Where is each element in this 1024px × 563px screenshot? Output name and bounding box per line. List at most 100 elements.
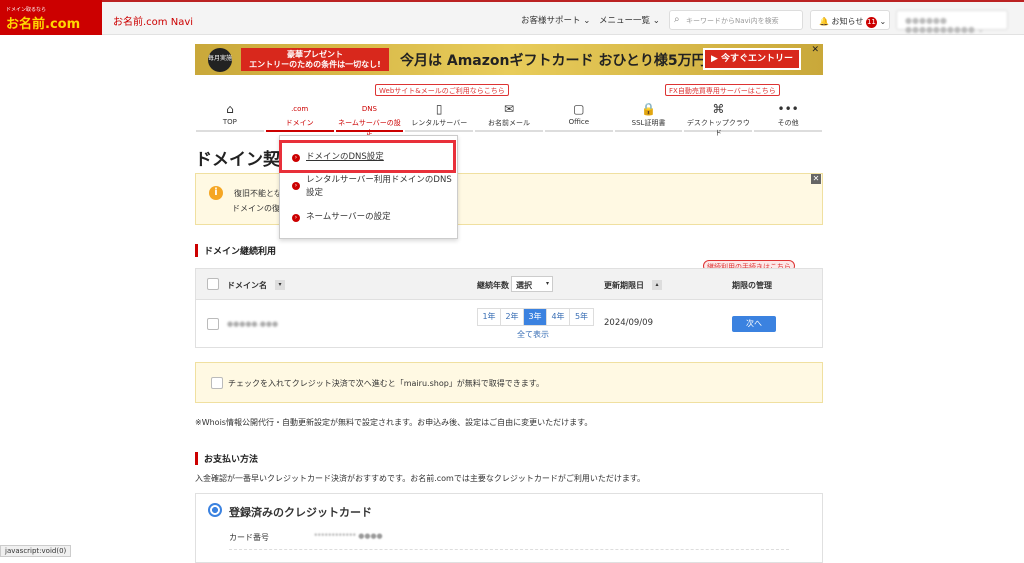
year-option[interactable]: 5年 — [570, 309, 593, 325]
menu-item-nameserver[interactable]: › ネームサーバーの設定 — [292, 211, 391, 224]
whois-note: ※Whois情報公開代行・自動更新設定が無料で設定されます。お申込み後、設定はご… — [195, 418, 593, 427]
years-selector: 1年 2年 3年 4年 5年 — [477, 308, 594, 326]
next-button[interactable]: 次へ — [732, 316, 776, 332]
close-icon[interactable]: ✕ — [811, 45, 819, 55]
domain-name: ●●●●●.●●● — [227, 320, 279, 328]
menu-list[interactable]: メニュー一覧 ⌄ — [599, 14, 660, 26]
bell-icon: 🔔 — [819, 17, 829, 26]
dns-icon: DNS — [361, 105, 377, 113]
card-radio[interactable] — [208, 503, 222, 517]
tab-domain[interactable]: .com ドメイン — [265, 100, 334, 132]
year-option[interactable]: 2年 — [501, 309, 524, 325]
tab-label: デスクトップクラウド — [686, 119, 750, 137]
year-option[interactable]: 4年 — [547, 309, 570, 325]
support-menu[interactable]: お客様サポート ⌄ — [521, 14, 590, 26]
banner-entry-button[interactable]: ▶ 今すぐエントリー — [703, 48, 801, 70]
notices-button[interactable]: 🔔 お知らせ 11 ⌄ — [810, 10, 890, 30]
offer-text: チェックを入れてクレジット決済で次へ進むと「mairu.shop」が無料で取得で… — [228, 379, 544, 388]
row-checkbox[interactable] — [207, 318, 219, 330]
banner-main-text: 今月は Amazonギフトカード おひとり様5万円分 — [400, 53, 720, 69]
tab-desktop-cloud[interactable]: ⌘ デスクトップクラウド — [684, 100, 753, 137]
notices-label: お知らせ — [831, 17, 864, 26]
offer-box: チェックを入れてクレジット決済で次へ進むと「mairu.shop」が無料で取得で… — [195, 362, 823, 403]
tab-ssl[interactable]: 🔒 SSL証明書 — [614, 100, 683, 132]
notice-count-badge: 11 — [865, 17, 877, 28]
tab-top[interactable]: ⌂ TOP — [196, 100, 264, 132]
payment-heading: お支払い方法 — [195, 452, 258, 465]
app-title[interactable]: お名前.com Navi — [113, 13, 193, 28]
tab-other[interactable]: ••• その他 — [754, 100, 823, 132]
menu-item-label: ネームサーバーの設定 — [306, 212, 391, 222]
expiry-date: 2024/09/09 — [604, 318, 653, 328]
tab-label: お名前メール — [488, 119, 531, 127]
domain-table: ドメイン名 ▾ 継続年数 選択 ▾ 更新期限日 ▴ 期限の管理 ●●●●●.●●●… — [195, 268, 823, 348]
highlight-box — [279, 140, 456, 173]
card-number-label: カード番号 — [229, 533, 269, 542]
top-line — [0, 0, 1024, 2]
lock-icon: 🔒 — [641, 102, 657, 116]
more-icon: ••• — [777, 102, 799, 116]
mail-icon: ✉ — [503, 102, 515, 116]
server-icon: ▯ — [435, 102, 443, 116]
fx-callout[interactable]: FX自動売買専用サーバーはこちら — [665, 84, 780, 96]
payment-desc: 入金確認が一番早いクレジットカード決済がおすすめです。お名前.comでは主要なク… — [195, 474, 646, 483]
tab-mail[interactable]: ✉ お名前メール — [475, 100, 543, 132]
logo-text: お名前.com — [6, 17, 81, 32]
tab-label: ドメイン — [285, 119, 314, 127]
col-expiry: 更新期限日 — [604, 281, 644, 290]
col-years: 継続年数 — [477, 281, 509, 290]
logo[interactable]: ドメイン取るならお名前.com — [0, 0, 102, 35]
sort-icon[interactable]: ▴ — [652, 280, 662, 290]
info-icon: i — [209, 186, 223, 200]
chevron-right-icon: › — [292, 182, 300, 190]
close-icon[interactable]: ✕ — [811, 174, 821, 184]
banner-badge: 毎月実施 — [208, 48, 232, 72]
web-callout[interactable]: Webサイト&メールのご利用ならこちら — [375, 84, 509, 96]
tab-label: SSL証明書 — [631, 119, 666, 127]
alert-text-2: ドメインの復 — [232, 204, 280, 213]
col-domain: ドメイン名 — [227, 281, 267, 290]
search-placeholder: キーワードからNavi内を検索 — [686, 17, 779, 25]
banner-red-main: エントリーのための条件は一切なし! — [249, 60, 381, 69]
tab-label: TOP — [222, 118, 237, 126]
renewal-heading: ドメイン継続利用 — [195, 244, 276, 257]
tab-office[interactable]: ▢ Office — [544, 100, 613, 132]
tab-label: レンタルサーバー — [411, 119, 468, 127]
divider — [229, 549, 789, 550]
chevron-right-icon: › — [292, 214, 300, 222]
promo-banner[interactable]: 毎月実施 豪華プレゼント エントリーのための条件は一切なし! 今月は Amazon… — [195, 44, 823, 75]
chevron-down-icon: ▾ — [545, 280, 549, 287]
alert-text-1: 復旧不能とな — [234, 189, 282, 198]
tab-rental-server[interactable]: ▯ レンタルサーバー — [405, 100, 474, 132]
col-manage: 期限の管理 — [732, 281, 772, 290]
user-menu[interactable]: ●●●●●● ●●●●●●●●●● ⌄ — [896, 10, 1008, 34]
payment-option-label: 登録済みのクレジットカード — [229, 506, 372, 519]
select-all-checkbox[interactable] — [207, 278, 219, 290]
sort-icon[interactable]: ▾ — [275, 280, 285, 290]
menu-item-rental-dns[interactable]: › レンタルサーバー利用ドメインのDNS設定 — [292, 174, 457, 200]
year-option-selected[interactable]: 3年 — [524, 309, 547, 325]
offer-checkbox[interactable] — [211, 377, 223, 389]
banner-red-label: 豪華プレゼント エントリーのための条件は一切なし! — [241, 48, 389, 71]
year-option[interactable]: 1年 — [478, 309, 501, 325]
logo-tagline: ドメイン取るなら — [6, 7, 47, 13]
home-icon: ⌂ — [226, 102, 234, 116]
years-select[interactable]: 選択 ▾ — [511, 276, 553, 292]
domain-icon: .com — [291, 105, 309, 113]
banner-red-top: 豪華プレゼント — [287, 50, 343, 59]
cloud-icon: ⌘ — [712, 102, 725, 116]
tab-nameserver[interactable]: DNS ネームサーバーの設定 — [335, 100, 404, 137]
card-number: ************ ●●●● — [314, 532, 383, 540]
show-all-link[interactable]: 全て表示 — [517, 329, 549, 340]
search-icon: ⌕ — [674, 14, 680, 25]
table-header: ドメイン名 ▾ 継続年数 選択 ▾ 更新期限日 ▴ 期限の管理 — [196, 269, 822, 300]
status-bar: javascript:void(0) — [0, 545, 72, 557]
menu-item-label: レンタルサーバー利用ドメインのDNS設定 — [306, 175, 452, 198]
tab-label: その他 — [777, 119, 799, 127]
select-value: 選択 — [516, 281, 532, 290]
office-icon: ▢ — [573, 102, 585, 116]
search-input[interactable]: ⌕ キーワードからNavi内を検索 — [669, 10, 803, 30]
service-tabs: ⌂ TOP .com ドメイン DNS ネームサーバーの設定 ▯ レンタルサーバー ✉ お… — [195, 100, 823, 137]
payment-option-box: 登録済みのクレジットカード カード番号 ************ ●●●● — [195, 493, 823, 563]
tab-label: Office — [568, 118, 590, 126]
